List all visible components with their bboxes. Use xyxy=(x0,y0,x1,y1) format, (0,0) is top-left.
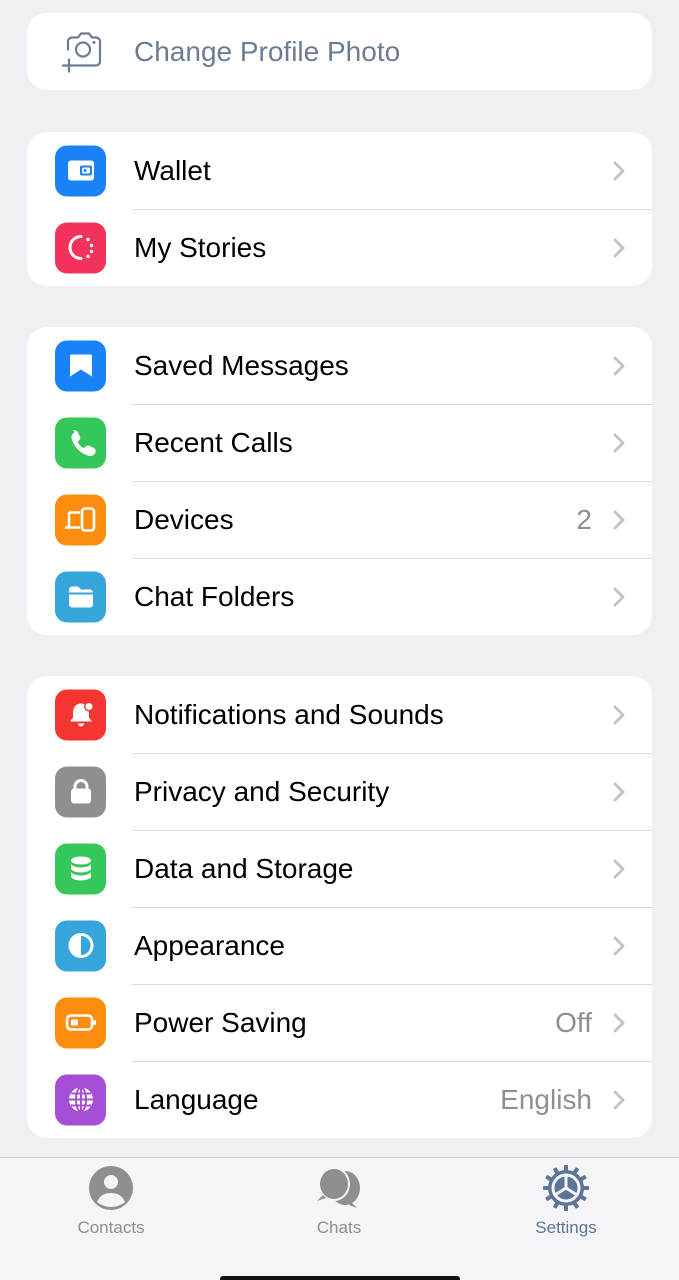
change-profile-photo-button[interactable]: Change Profile Photo xyxy=(27,13,652,90)
chevron-right-icon xyxy=(613,587,625,606)
folder-icon xyxy=(55,571,106,622)
lock-icon xyxy=(55,766,106,817)
contacts-icon xyxy=(89,1166,133,1210)
settings-group-preferences: Notifications and Sounds Privacy and Sec… xyxy=(27,676,652,1138)
settings-item-my-stories[interactable]: My Stories xyxy=(27,209,652,286)
settings-item-label: Privacy and Security xyxy=(134,775,390,807)
devices-icon xyxy=(55,494,106,545)
settings-item-label: Notifications and Sounds xyxy=(134,698,444,730)
settings-item-privacy[interactable]: Privacy and Security xyxy=(27,753,652,830)
settings-item-label: Saved Messages xyxy=(134,349,349,381)
home-indicator xyxy=(220,1276,460,1280)
settings-item-wallet[interactable]: Wallet xyxy=(27,132,652,209)
tab-chats[interactable]: Chats xyxy=(264,1164,414,1238)
settings-item-data-storage[interactable]: Data and Storage xyxy=(27,830,652,907)
chevron-right-icon xyxy=(613,782,625,801)
settings-item-label: Recent Calls xyxy=(134,426,293,458)
tab-label: Chats xyxy=(316,1218,362,1237)
stories-icon xyxy=(55,222,106,273)
chevron-right-icon xyxy=(613,936,625,955)
bookmark-icon xyxy=(55,340,106,391)
chevron-right-icon xyxy=(613,859,625,878)
settings-item-power-saving[interactable]: Power Saving Off xyxy=(27,984,652,1061)
bell-icon xyxy=(55,689,106,740)
chevron-right-icon xyxy=(613,510,625,529)
settings-item-label: My Stories xyxy=(134,231,267,263)
settings-group-wallet: Wallet My Stories xyxy=(27,132,652,286)
chevron-right-icon xyxy=(613,1090,625,1109)
settings-item-label: Appearance xyxy=(134,929,286,961)
tab-label: Settings xyxy=(535,1218,597,1237)
change-profile-photo-label: Change Profile Photo xyxy=(134,35,401,67)
battery-icon xyxy=(55,997,106,1048)
tab-label: Contacts xyxy=(77,1218,145,1237)
settings-item-recent-calls[interactable]: Recent Calls xyxy=(27,404,652,481)
chats-icon xyxy=(317,1167,360,1208)
chevron-right-icon xyxy=(613,238,625,257)
tab-settings[interactable]: Settings xyxy=(491,1164,641,1238)
settings-item-notifications[interactable]: Notifications and Sounds xyxy=(27,676,652,753)
settings-item-chat-folders[interactable]: Chat Folders xyxy=(27,558,652,635)
appearance-icon xyxy=(55,920,106,971)
chevron-right-icon xyxy=(613,356,625,375)
settings-item-label: Power Saving xyxy=(134,1006,307,1038)
tab-contacts[interactable]: Contacts xyxy=(36,1164,186,1238)
devices-count: 2 xyxy=(576,503,592,535)
chevron-right-icon xyxy=(613,161,625,180)
power-saving-value: Off xyxy=(555,1006,592,1038)
settings-item-label: Devices xyxy=(134,503,234,535)
settings-item-appearance[interactable]: Appearance xyxy=(27,907,652,984)
chevron-right-icon xyxy=(613,1013,625,1032)
wallet-icon xyxy=(55,145,106,196)
settings-group-messages: Saved Messages Recent Calls Devices 2 Ch… xyxy=(27,327,652,635)
chevron-right-icon xyxy=(613,705,625,724)
settings-item-label: Data and Storage xyxy=(134,852,354,884)
language-value: English xyxy=(500,1083,592,1115)
tab-bar: Contacts Chats Settings xyxy=(0,1157,679,1280)
settings-item-devices[interactable]: Devices 2 xyxy=(27,481,652,558)
phone-icon xyxy=(55,417,106,468)
camera-add-icon xyxy=(55,26,106,77)
settings-item-label: Language xyxy=(134,1083,259,1115)
database-icon xyxy=(55,843,106,894)
settings-gear-icon xyxy=(543,1165,589,1211)
globe-icon xyxy=(55,1074,106,1125)
settings-item-saved-messages[interactable]: Saved Messages xyxy=(27,327,652,404)
settings-item-label: Chat Folders xyxy=(134,580,295,612)
chevron-right-icon xyxy=(613,433,625,452)
settings-item-label: Wallet xyxy=(134,154,211,186)
change-photo-group: Change Profile Photo xyxy=(27,13,652,90)
settings-item-language[interactable]: Language English xyxy=(27,1061,652,1138)
